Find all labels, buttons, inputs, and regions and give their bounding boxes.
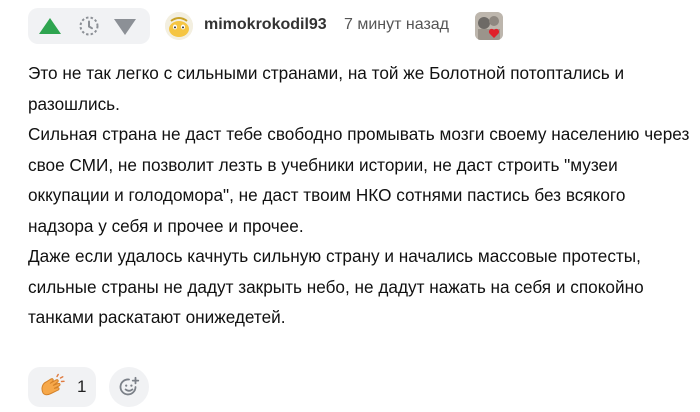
clock-icon[interactable] — [78, 15, 100, 37]
reaction-count: 1 — [77, 377, 87, 396]
author-username[interactable]: mimokrokodil93 — [204, 16, 327, 34]
author-avatar[interactable] — [165, 12, 193, 40]
reactions-bar: 1 — [28, 367, 628, 407]
avatar-image-icon — [165, 12, 193, 40]
badge-image-icon — [475, 12, 503, 40]
comment-header: mimokrokodil93 7 минут назад — [28, 5, 700, 45]
comment-paragraph: Сильная страна не даст тебе свободно про… — [28, 124, 690, 236]
upvote-arrow-icon[interactable] — [39, 18, 61, 34]
clapping-hands-icon — [41, 373, 65, 396]
comment-body: Это не так легко с сильными странами, на… — [28, 58, 692, 333]
add-reaction-button[interactable] — [109, 367, 149, 407]
vote-controls — [28, 8, 150, 44]
comment-paragraph: Это не так легко с сильными странами, на… — [28, 63, 625, 114]
user-badge[interactable] — [475, 12, 503, 40]
reaction-clap-button[interactable]: 1 — [28, 367, 96, 407]
smiley-plus-icon — [119, 376, 140, 396]
downvote-arrow-icon[interactable] — [114, 19, 136, 35]
comment-paragraph: Даже если удалось качнуть сильную страну… — [28, 246, 644, 327]
comment-timestamp[interactable]: 7 минут назад — [344, 16, 449, 34]
